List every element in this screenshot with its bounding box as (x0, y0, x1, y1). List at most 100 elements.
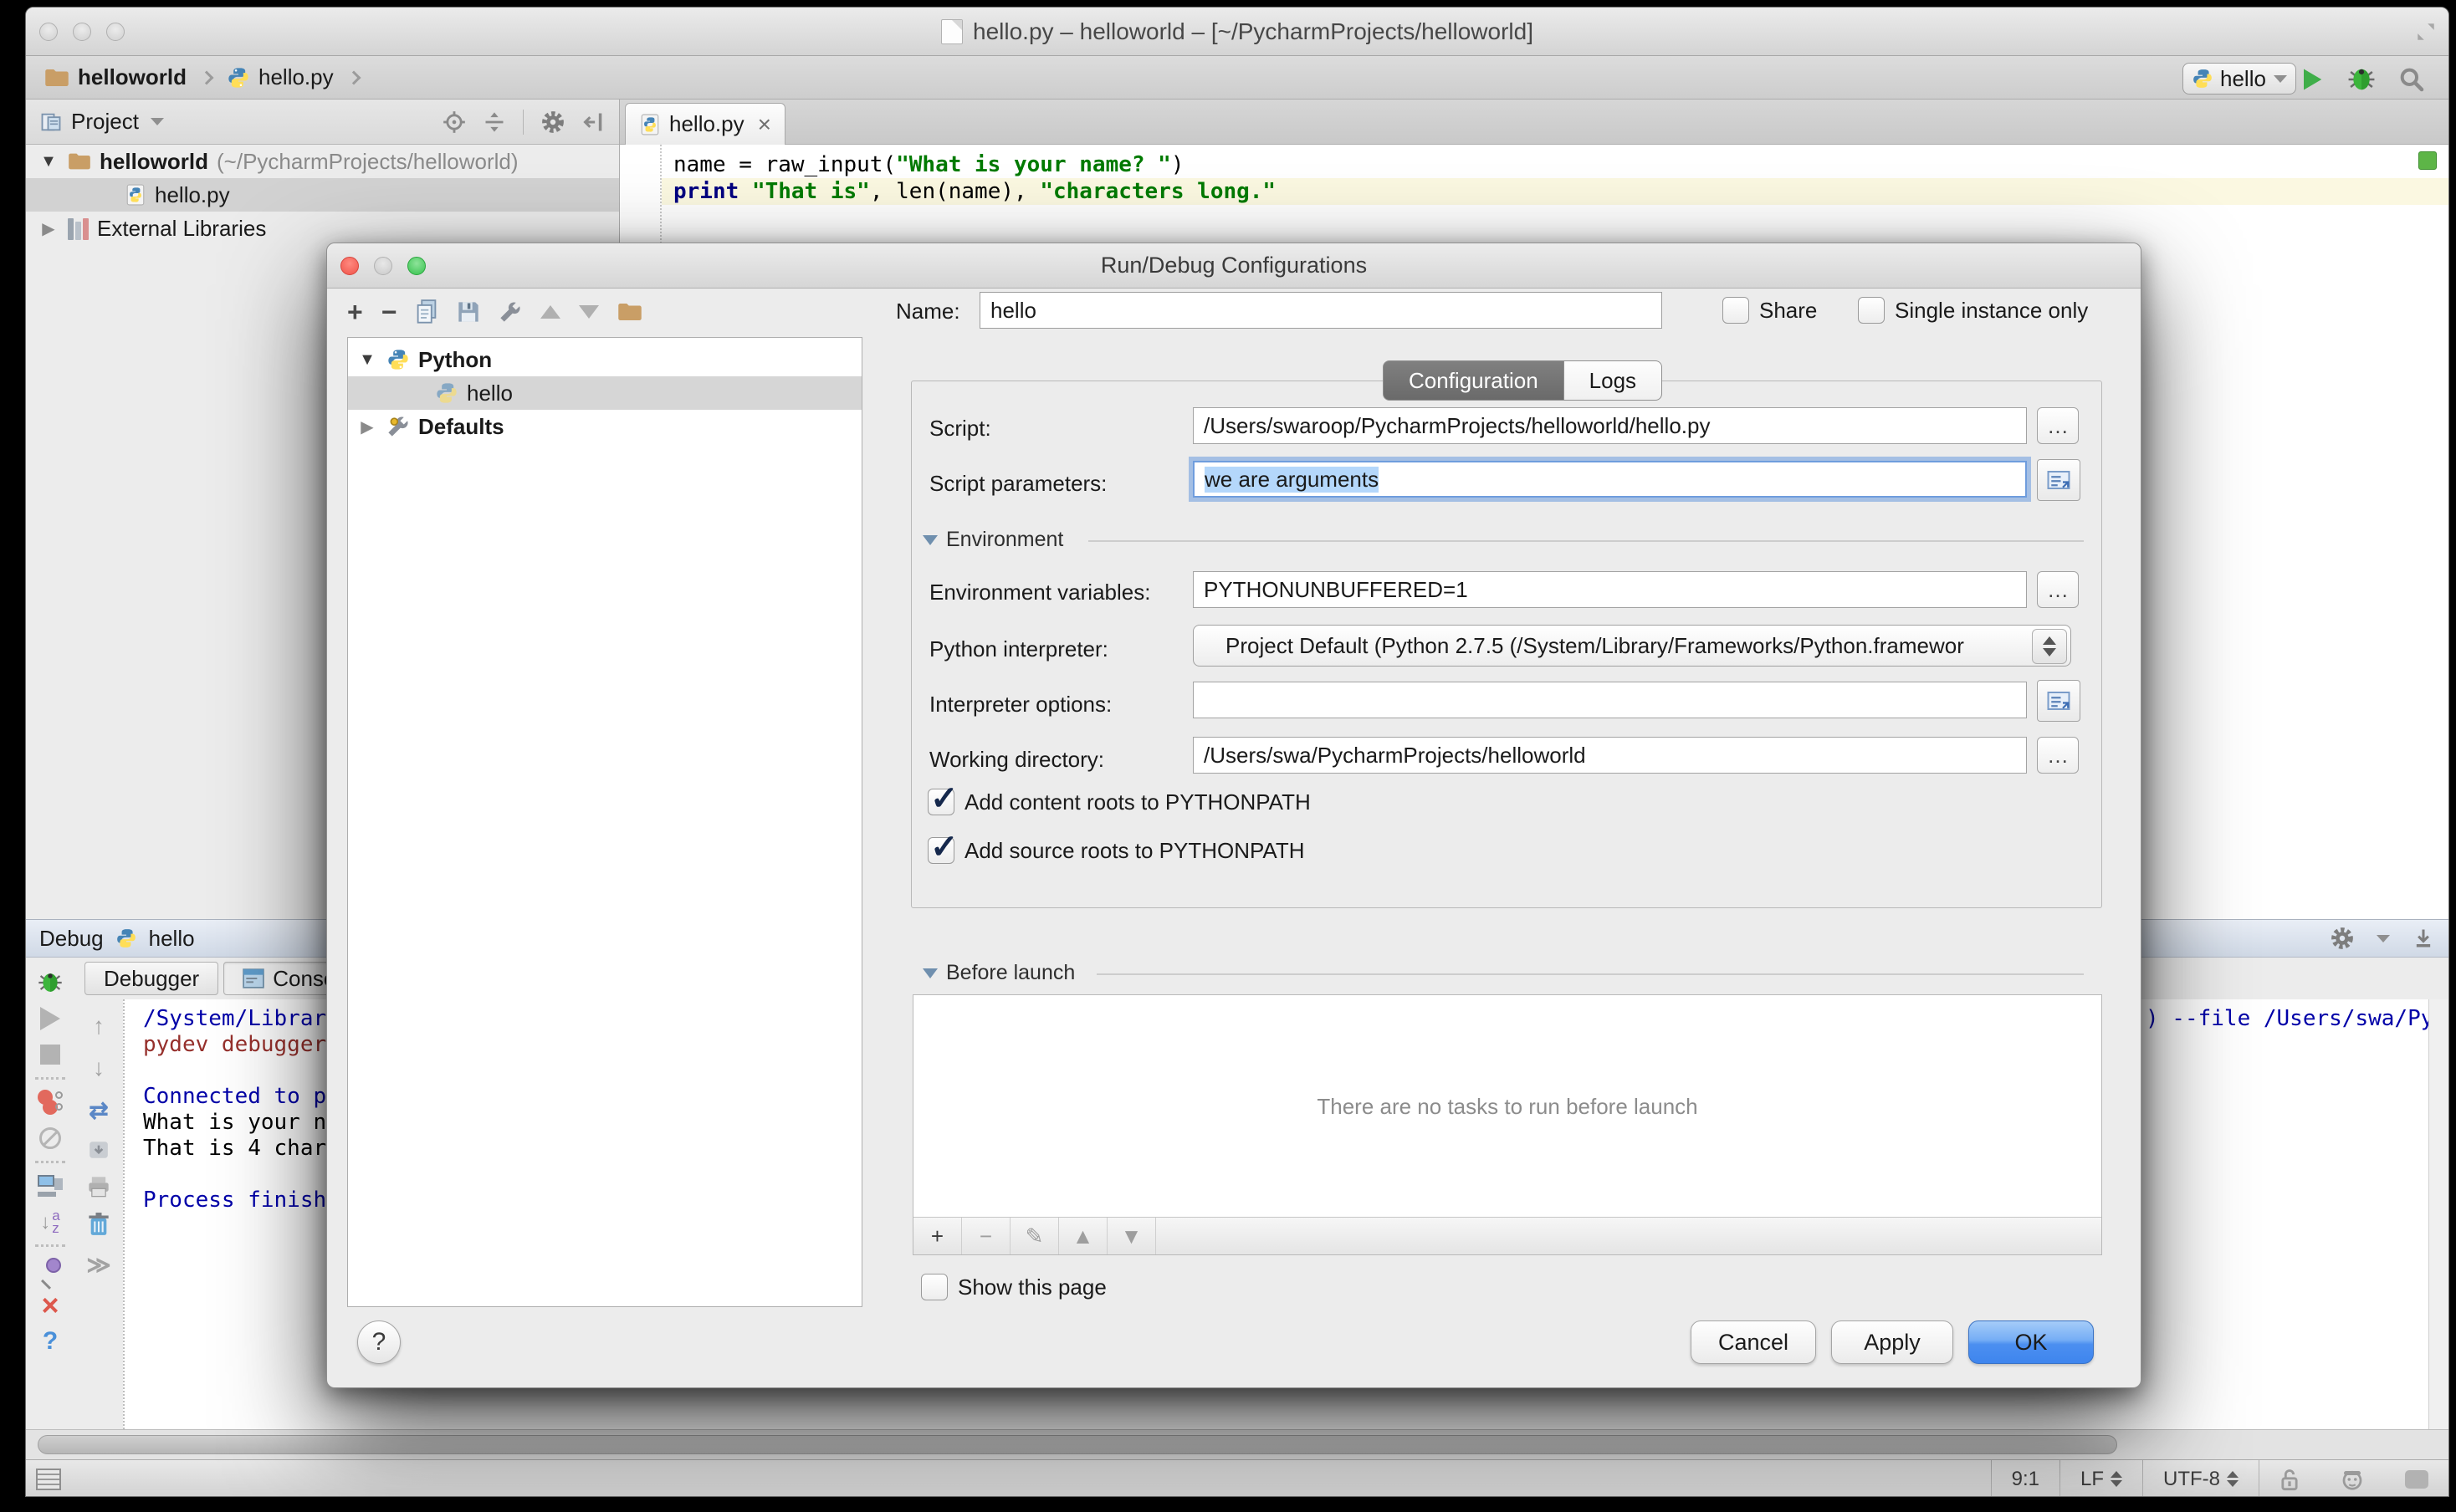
more-options-icon[interactable]: ≫ (86, 1251, 110, 1279)
close-dialog-button[interactable] (340, 257, 359, 275)
close-panel-icon[interactable]: × (37, 1292, 64, 1319)
name-input[interactable]: hello (980, 292, 1662, 329)
script-input[interactable]: /Users/swaroop/PycharmProjects/helloworl… (1193, 407, 2027, 444)
pin-tab-icon[interactable] (37, 1256, 64, 1283)
down-stack-frame-icon[interactable]: ↓ (93, 1055, 105, 1081)
python-interpreter-select[interactable]: Project Default (Python 2.7.5 (/System/L… (1193, 625, 2071, 667)
highlighting-level-widget[interactable] (2320, 1460, 2385, 1497)
locate-file-icon[interactable] (443, 110, 466, 134)
scroll-to-end-icon[interactable] (88, 1139, 110, 1161)
script-browse-button[interactable]: … (2037, 407, 2079, 444)
tree-group-defaults[interactable]: ▶ Defaults (348, 410, 862, 443)
content-roots-checkbox[interactable]: ✓ (928, 789, 954, 815)
restore-layout-icon[interactable] (37, 1172, 64, 1199)
remove-task-button[interactable]: − (962, 1218, 1011, 1254)
edit-task-button[interactable]: ✎ (1011, 1218, 1059, 1254)
run-button[interactable] (2300, 66, 2325, 93)
encoding-widget[interactable]: UTF-8 (2142, 1460, 2259, 1497)
clear-console-icon[interactable] (88, 1213, 110, 1236)
help-button[interactable]: ? (357, 1320, 401, 1364)
close-tab-icon[interactable]: × (758, 111, 771, 138)
collapsed-arrow-icon[interactable]: ▶ (356, 416, 378, 437)
debug-button[interactable] (2346, 66, 2377, 93)
script-parameters-expand-button[interactable] (2037, 459, 2080, 501)
print-icon[interactable] (87, 1176, 110, 1198)
edit-defaults-icon[interactable] (499, 300, 522, 324)
working-directory-browse-button[interactable]: … (2037, 737, 2079, 774)
remove-configuration-button[interactable]: − (381, 297, 397, 328)
caret-position-widget[interactable]: 9:1 (1991, 1460, 2059, 1497)
resume-program-icon[interactable] (37, 1005, 64, 1032)
console-vertical-scrollbar[interactable] (2428, 999, 2448, 1429)
zoom-window-button[interactable] (106, 23, 125, 41)
working-directory-input[interactable]: /Users/swa/PycharmProjects/helloworld (1193, 737, 2027, 774)
close-window-button[interactable] (39, 23, 58, 41)
show-this-page-checkbox[interactable] (921, 1274, 948, 1300)
gear-icon[interactable] (2330, 926, 2355, 951)
before-launch-task-list[interactable]: There are no tasks to run before launch … (913, 994, 2102, 1255)
apply-button[interactable]: Apply (1831, 1320, 1953, 1364)
environment-variables-browse-button[interactable]: … (2037, 571, 2079, 608)
copy-configuration-icon[interactable] (415, 299, 438, 324)
search-icon[interactable] (2398, 66, 2425, 93)
rerun-debug-icon[interactable] (37, 969, 64, 996)
toggle-toolwindows-icon[interactable] (36, 1469, 61, 1490)
tree-item-external-libraries[interactable]: ▶ External Libraries (26, 212, 619, 245)
chevron-down-icon[interactable] (151, 118, 164, 125)
interpreter-options-input[interactable] (1193, 682, 2027, 718)
event-log-widget[interactable] (2385, 1460, 2448, 1497)
move-task-down-button[interactable]: ▼ (1108, 1218, 1156, 1254)
tree-item-hello-py[interactable]: hello.py (26, 178, 619, 212)
fullscreen-icon[interactable] (2415, 21, 2437, 43)
before-launch-section-header[interactable]: Before launch (923, 961, 1075, 985)
save-configuration-icon[interactable] (457, 300, 480, 324)
add-configuration-button[interactable]: + (347, 297, 363, 328)
stop-process-icon[interactable] (37, 1041, 64, 1068)
up-stack-frame-icon[interactable]: ↑ (93, 1013, 105, 1040)
scrollbar-thumb[interactable] (38, 1435, 2117, 1454)
tab-logs[interactable]: Logs (1564, 360, 1662, 401)
tree-group-python[interactable]: ▼ Python (348, 343, 862, 376)
move-up-icon[interactable] (540, 305, 560, 319)
project-panel-title[interactable]: Project (71, 109, 139, 135)
tree-item-hello[interactable]: hello (348, 376, 862, 410)
zoom-dialog-button[interactable] (407, 257, 426, 275)
soft-wrap-icon[interactable]: ⇄ (89, 1096, 108, 1124)
expanded-arrow-icon[interactable]: ▼ (356, 350, 378, 370)
move-down-icon[interactable] (579, 305, 599, 319)
environment-variables-input[interactable]: PYTHONUNBUFFERED=1 (1193, 571, 2027, 608)
hide-panel-icon[interactable] (582, 110, 606, 134)
line-ending-widget[interactable]: LF (2059, 1460, 2142, 1497)
cancel-button[interactable]: Cancel (1691, 1320, 1816, 1364)
collapse-all-icon[interactable] (483, 110, 506, 134)
ok-button[interactable]: OK (1968, 1320, 2094, 1364)
readonly-lock-widget[interactable] (2259, 1460, 2320, 1497)
chevron-down-icon[interactable] (2377, 935, 2390, 942)
tree-item-project-root[interactable]: ▼ helloworld (~/PycharmProjects/hellowor… (26, 145, 619, 178)
inspection-status-icon[interactable] (2418, 151, 2437, 170)
combo-stepper-icon[interactable] (2032, 629, 2067, 664)
breadcrumb-file[interactable]: hello.py (258, 64, 334, 90)
horizontal-scrollbar[interactable] (26, 1429, 2448, 1459)
breadcrumb-project[interactable]: helloworld (78, 64, 187, 90)
source-roots-checkbox[interactable]: ✓ (928, 837, 954, 864)
environment-section-header[interactable]: Environment (923, 528, 1063, 552)
collapsed-arrow-icon[interactable]: ▶ (38, 218, 59, 239)
expanded-arrow-icon[interactable]: ▼ (38, 152, 59, 171)
add-task-button[interactable]: + (913, 1218, 962, 1254)
minimize-panel-icon[interactable] (2412, 927, 2435, 950)
single-instance-checkbox[interactable] (1858, 297, 1885, 324)
view-breakpoints-icon[interactable] (37, 1089, 64, 1116)
create-folder-icon[interactable] (617, 301, 642, 323)
help-icon[interactable]: ? (37, 1328, 64, 1355)
gear-icon[interactable] (540, 110, 565, 135)
sort-alphabetically-icon[interactable]: ↓az (37, 1208, 64, 1235)
tab-debugger[interactable]: Debugger (84, 962, 218, 995)
share-checkbox[interactable] (1722, 297, 1749, 324)
move-task-up-button[interactable]: ▲ (1059, 1218, 1108, 1254)
editor-tab-hello-py[interactable]: hello.py × (625, 103, 785, 145)
script-parameters-input[interactable]: we are arguments (1193, 461, 2027, 498)
minimize-window-button[interactable] (73, 23, 91, 41)
mute-breakpoints-icon[interactable] (37, 1125, 64, 1152)
tab-configuration[interactable]: Configuration (1383, 360, 1564, 401)
